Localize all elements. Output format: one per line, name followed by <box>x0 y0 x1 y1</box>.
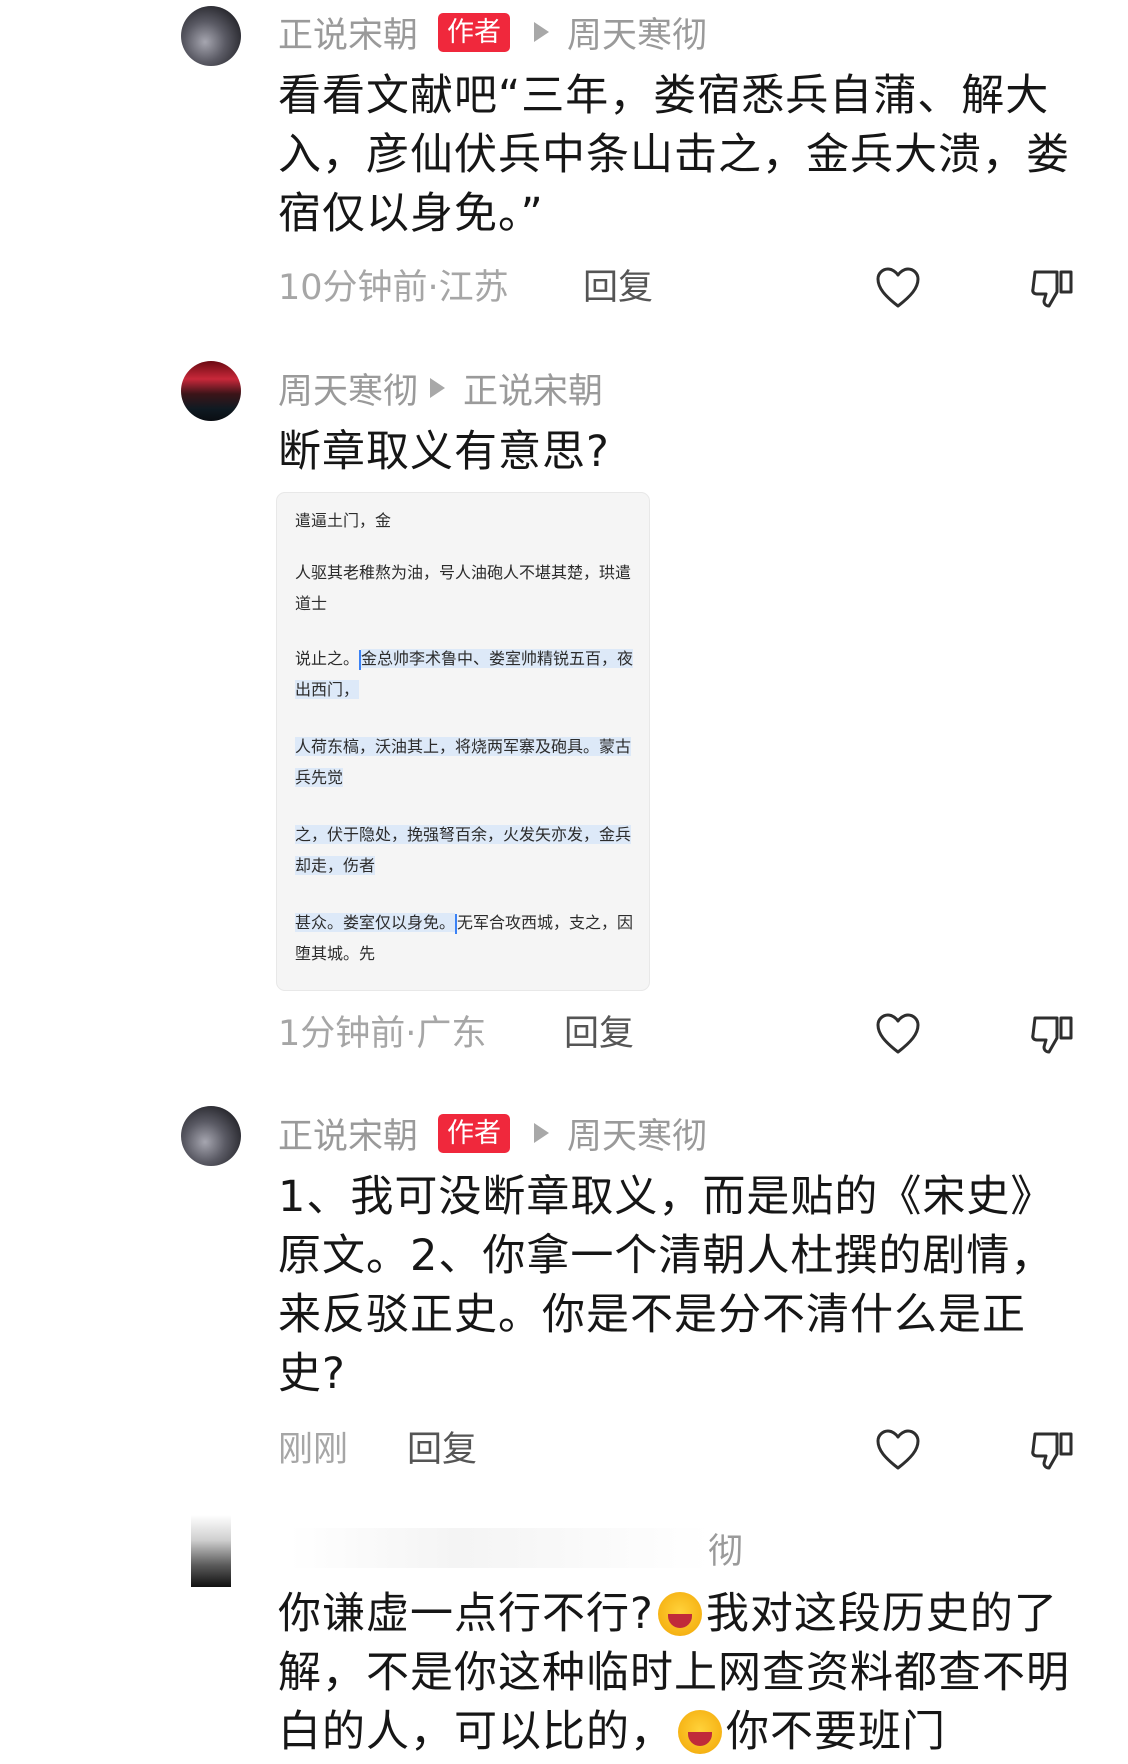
dislike-thumb-icon[interactable] <box>1029 1428 1075 1472</box>
attached-image[interactable]: 遣逼土门，金 人驱其老稚熬为油，号人油砲人不堪其楚，珙遣道士 说止之。 金总帅李术… <box>276 492 650 991</box>
timestamp-location: 1分钟前·广东 <box>278 1014 487 1054</box>
comment-text: 你谦虚一点行不行? 我对这段历史的了解，不是你这种临时上网查资料都查不明白的人，可… <box>278 1585 1078 1762</box>
avatar[interactable] <box>181 361 241 421</box>
like-heart-icon[interactable] <box>875 266 921 310</box>
dislike-thumb-icon[interactable] <box>1029 1012 1075 1056</box>
laughing-crying-emoji-icon <box>657 1592 702 1636</box>
reply-to-name[interactable]: 正说宋朝 <box>463 363 603 414</box>
reply-arrow-icon <box>534 1123 550 1143</box>
laughing-crying-emoji-icon <box>678 1710 722 1754</box>
image-text-line: 之，伏于隐处，挽强弩百余，火发矢亦发，金兵却走，伤者 <box>295 819 635 881</box>
reply-button[interactable]: 回复 <box>583 260 653 316</box>
comment-text: 看看文献吧“三年，娄宿悉兵自蒲、解大入，彦仙伏兵中条山击之，金兵大溃，娄宿仅以身… <box>278 71 1070 239</box>
author-badge: 作者 <box>438 1113 511 1153</box>
avatar[interactable] <box>181 1106 241 1166</box>
reply-button[interactable]: 回复 <box>564 1006 634 1062</box>
obscured-meta <box>290 1528 710 1568</box>
author-name[interactable]: 正说宋朝 <box>278 7 418 58</box>
comment-meta: 正说宋朝 作者 周天寒彻 <box>278 8 707 56</box>
image-text-plain: 说止之。 <box>295 649 360 668</box>
author-name[interactable]: 正说宋朝 <box>278 1108 418 1159</box>
avatar[interactable] <box>191 1515 231 1587</box>
comment-text-part: 你不要班门 <box>726 1707 946 1757</box>
image-text-line: 说止之。 金总帅李术鲁中、娄室帅精锐五百，夜出西门， <box>295 643 635 705</box>
timestamp-location: 10分钟前·江苏 <box>278 268 509 308</box>
image-text-highlight: 甚众。娄室仅以身免。 <box>295 913 456 932</box>
like-heart-icon[interactable] <box>875 1428 921 1472</box>
comment-actions: 10分钟前·江苏 回复 <box>278 260 1078 316</box>
image-text-highlight: 人荷东槁，沃油其上，将烧两军寨及砲具。蒙古兵先觉 <box>295 737 632 787</box>
comment-actions: 1分钟前·广东 回复 <box>278 1006 1078 1062</box>
comment-text-part: 你谦虚一点行不行? <box>278 1589 654 1639</box>
image-text-line: 人驱其老稚熬为油，号人油砲人不堪其楚，珙遣道士 <box>295 563 632 613</box>
reply-button[interactable]: 回复 <box>407 1422 477 1478</box>
reply-arrow-icon <box>430 378 446 398</box>
avatar[interactable] <box>181 6 241 66</box>
image-text-line: 人荷东槁，沃油其上，将烧两军寨及砲具。蒙古兵先觉 <box>295 731 635 793</box>
timestamp: 刚刚 <box>278 1430 349 1470</box>
reply-arrow-icon <box>534 22 550 42</box>
reply-to-name[interactable]: 彻 <box>708 1523 743 1574</box>
reply-to-name[interactable]: 周天寒彻 <box>567 1108 707 1159</box>
image-text-line: 遣逼土门，金 <box>295 511 392 530</box>
image-text-highlight: 之，伏于隐处，挽强弩百余，火发矢亦发，金兵却走，伤者 <box>295 825 632 875</box>
like-heart-icon[interactable] <box>875 1012 921 1056</box>
comment-meta: 正说宋朝 作者 周天寒彻 <box>278 1109 707 1157</box>
comment-text: 1、我可没断章取义，而是贴的《宋史》原文。2、你拿一个清朝人杜撰的剧情，来反驳正… <box>278 1172 1055 1399</box>
comment-text: 断章取义有意思? <box>278 427 610 477</box>
comment-meta: 周天寒彻 正说宋朝 <box>278 364 603 412</box>
author-badge: 作者 <box>438 12 511 52</box>
image-text-line: 甚众。娄室仅以身免。 无军合攻西城，支之，因堕其城。先 <box>295 907 635 969</box>
author-name[interactable]: 周天寒彻 <box>278 363 418 414</box>
comment-actions: 刚刚 回复 <box>278 1422 1078 1478</box>
comment-meta-partial: 彻 <box>708 1524 743 1572</box>
dislike-thumb-icon[interactable] <box>1029 266 1075 310</box>
reply-to-name[interactable]: 周天寒彻 <box>567 7 707 58</box>
